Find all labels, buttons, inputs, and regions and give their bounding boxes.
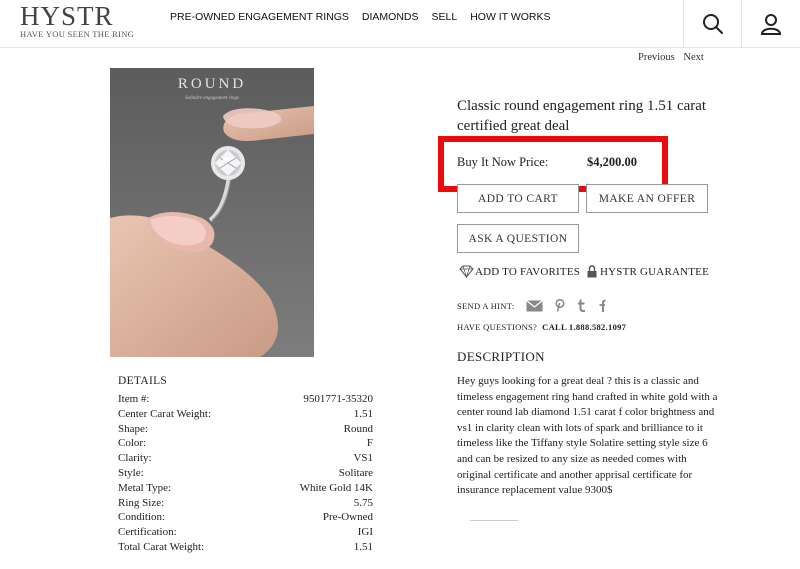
product-image[interactable]: ROUND Solitaire engagement rings bbox=[110, 68, 314, 357]
detail-label: Shape: bbox=[118, 422, 148, 435]
questions-label: HAVE QUESTIONS? bbox=[457, 322, 538, 332]
photo-brand-text: ROUND bbox=[177, 76, 247, 92]
next-link[interactable]: Next bbox=[683, 52, 703, 63]
lock-icon bbox=[587, 265, 597, 278]
mail-icon[interactable] bbox=[526, 299, 544, 312]
detail-label: Style: bbox=[118, 466, 144, 479]
description-heading: DESCRIPTION bbox=[457, 349, 545, 364]
tumblr-icon[interactable] bbox=[577, 299, 586, 312]
detail-label: Certification: bbox=[118, 526, 177, 539]
send-hint-row: SEND A HINT: bbox=[457, 299, 618, 312]
guarantee-label: HYSTR GUARANTEE bbox=[600, 265, 710, 278]
nav-sell[interactable]: SELL bbox=[432, 11, 458, 23]
detail-label: Item #: bbox=[118, 393, 150, 405]
detail-value: Solitare bbox=[338, 466, 373, 479]
guarantee-link[interactable]: HYSTR GUARANTEE bbox=[587, 265, 709, 278]
description-divider bbox=[470, 520, 518, 521]
price-label: Buy It Now Price: bbox=[457, 155, 549, 169]
add-to-cart-button[interactable]: ADD TO CART bbox=[457, 184, 579, 213]
product-title: Classic round engagement ring 1.51 carat… bbox=[457, 98, 707, 134]
detail-label: Color: bbox=[118, 437, 147, 450]
detail-row: Clarity: VS1 bbox=[118, 451, 373, 466]
add-to-favorites-label: ADD TO FAVORITES bbox=[475, 265, 581, 278]
detail-value: Pre-Owned bbox=[322, 511, 373, 524]
detail-row: Center Carat Weight: 1.51 bbox=[118, 407, 373, 422]
site-header: HYSTR HAVE YOU SEEN THE RING PRE-OWNED E… bbox=[0, 0, 800, 48]
detail-row: Total Carat Weight: 1.51 bbox=[118, 540, 373, 555]
details-table: Item #: 9501771-35320 Center Carat Weight… bbox=[118, 392, 373, 555]
detail-label: Metal Type: bbox=[118, 481, 172, 494]
detail-row: Metal Type: White Gold 14K bbox=[118, 481, 373, 496]
detail-value: 9501771-35320 bbox=[303, 393, 373, 405]
detail-value: 1.51 bbox=[353, 540, 373, 553]
detail-label: Center Carat Weight: bbox=[118, 407, 211, 420]
search-icon bbox=[702, 14, 723, 34]
detail-row: Item #: 9501771-35320 bbox=[118, 392, 373, 407]
diamond-icon bbox=[459, 265, 474, 278]
account-button[interactable] bbox=[741, 0, 799, 48]
price-value: $4,200.00 bbox=[587, 155, 637, 169]
detail-label: Total Carat Weight: bbox=[118, 540, 205, 553]
add-to-favorites-link[interactable]: ADD TO FAVORITES bbox=[459, 265, 580, 278]
detail-row: Style: Solitare bbox=[118, 466, 373, 481]
detail-label: Clarity: bbox=[118, 452, 152, 465]
detail-value: VS1 bbox=[353, 452, 373, 465]
detail-label: Condition: bbox=[118, 511, 166, 524]
logo-tagline: HAVE YOU SEEN THE RING bbox=[20, 29, 135, 39]
detail-label: Ring Size: bbox=[118, 496, 165, 509]
detail-row: Color: F bbox=[118, 436, 373, 451]
detail-value: F bbox=[366, 437, 373, 450]
previous-link[interactable]: Previous bbox=[638, 52, 675, 63]
detail-value: IGI bbox=[357, 526, 373, 539]
logo[interactable]: HYSTR HAVE YOU SEEN THE RING bbox=[20, 2, 134, 39]
search-button[interactable] bbox=[683, 0, 741, 48]
send-hint-label: SEND A HINT: bbox=[457, 300, 515, 311]
logo-text: HYSTR bbox=[20, 1, 114, 31]
detail-value: 5.75 bbox=[353, 496, 373, 509]
user-icon bbox=[760, 14, 781, 35]
details-heading: DETAILS bbox=[118, 375, 168, 387]
pager: Previous Next bbox=[638, 52, 710, 63]
phone-link[interactable]: CALL 1.888.582.1097 bbox=[542, 322, 626, 332]
photo-subtitle: Solitaire engagement rings bbox=[185, 96, 239, 101]
ask-question-button[interactable]: ASK A QUESTION bbox=[457, 224, 579, 253]
description-text: Hey guys looking for a great deal ? this… bbox=[457, 375, 718, 497]
detail-row: Condition: Pre-Owned bbox=[118, 510, 373, 525]
main-nav: PRE-OWNED ENGAGEMENT RINGS DIAMONDS SELL… bbox=[170, 11, 564, 23]
questions-row: HAVE QUESTIONS? CALL 1.888.582.1097 bbox=[457, 322, 626, 332]
detail-value: 1.51 bbox=[353, 407, 373, 420]
detail-row: Ring Size: 5.75 bbox=[118, 496, 373, 511]
detail-row: Certification: IGI bbox=[118, 525, 373, 540]
pinterest-icon[interactable] bbox=[555, 299, 566, 312]
nav-diamonds[interactable]: DIAMONDS bbox=[362, 11, 419, 23]
make-offer-button[interactable]: MAKE AN OFFER bbox=[586, 184, 708, 213]
ring-photo-illustration bbox=[110, 68, 314, 357]
nav-how-it-works[interactable]: HOW IT WORKS bbox=[470, 11, 550, 23]
detail-value: White Gold 14K bbox=[299, 481, 373, 494]
facebook-icon[interactable] bbox=[598, 299, 607, 312]
nav-preowned-rings[interactable]: PRE-OWNED ENGAGEMENT RINGS bbox=[170, 11, 349, 23]
detail-row: Shape: Round bbox=[118, 422, 373, 437]
detail-value: Round bbox=[343, 422, 373, 435]
